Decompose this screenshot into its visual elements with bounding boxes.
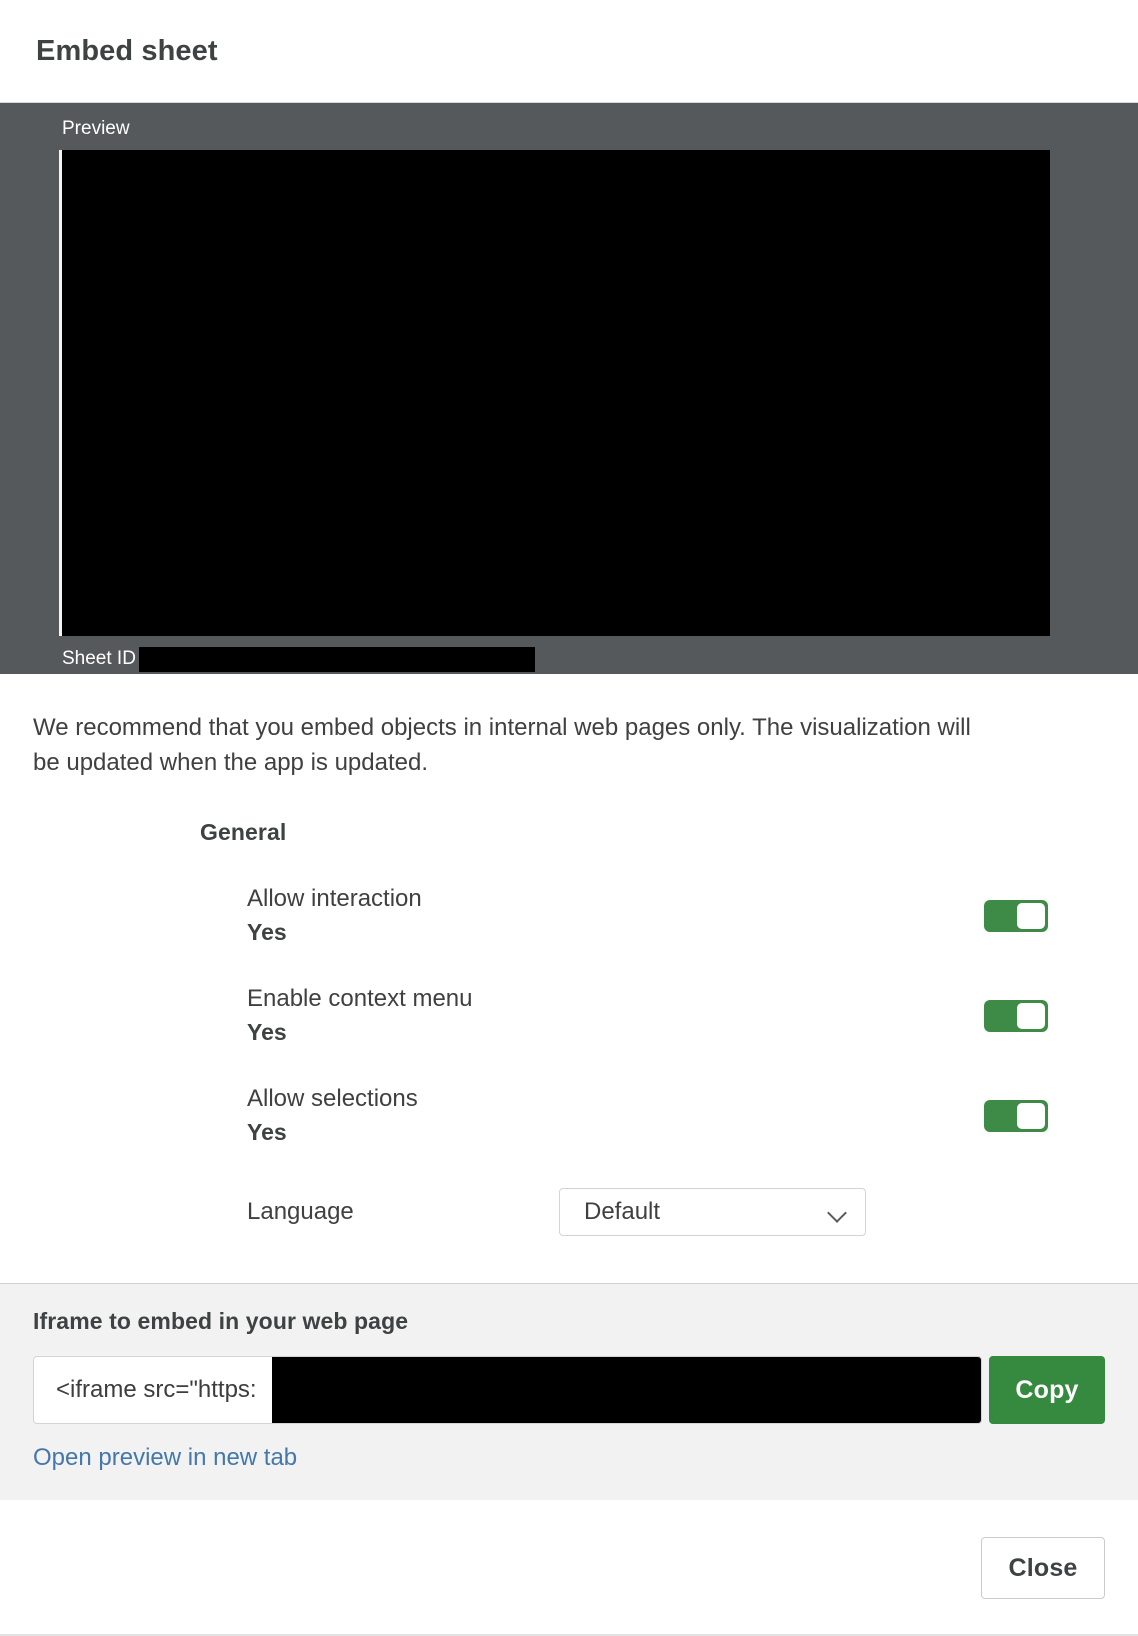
embed-sheet-dialog: Embed sheet Preview Sheet ID We recommen…	[0, 0, 1138, 1636]
setting-label: Allow selections	[247, 1085, 418, 1112]
setting-value: Yes	[247, 919, 287, 945]
setting-value: Yes	[247, 1019, 287, 1045]
setting-row-language: Language Default	[200, 1188, 1066, 1236]
sheet-id-row: Sheet ID	[0, 645, 1138, 673]
iframe-panel-heading: Iframe to embed in your web page	[33, 1308, 409, 1334]
language-label: Language	[247, 1198, 354, 1225]
toggle-allow-selections[interactable]	[984, 1100, 1048, 1132]
setting-row-allow-selections: Allow selections Yes	[200, 1082, 1066, 1148]
sheet-id-label: Sheet ID	[62, 648, 136, 669]
toggle-allow-interaction[interactable]	[984, 900, 1048, 932]
iframe-input-row: <iframe src="https: Copy	[33, 1356, 1105, 1424]
preview-stage[interactable]	[59, 150, 1050, 636]
dialog-bottom-edge	[0, 1631, 1138, 1636]
chevron-down-icon	[828, 1206, 848, 1218]
setting-texts: Allow interaction Yes	[247, 882, 422, 948]
language-selected-value: Default	[584, 1198, 661, 1225]
toggle-enable-context-menu[interactable]	[984, 1000, 1048, 1032]
toggle-knob	[1017, 903, 1045, 929]
iframe-code-redacted	[272, 1357, 981, 1423]
setting-row-allow-interaction: Allow interaction Yes	[200, 882, 1066, 948]
iframe-embed-panel: Iframe to embed in your web page <iframe…	[0, 1283, 1138, 1500]
setting-texts: Allow selections Yes	[247, 1082, 418, 1148]
setting-label: Allow interaction	[247, 885, 422, 912]
toggle-knob	[1017, 1103, 1045, 1129]
recommendation-text: We recommend that you embed objects in i…	[33, 714, 971, 776]
dialog-footer: Close	[0, 1500, 1138, 1636]
iframe-code-value: <iframe src="https:	[56, 1376, 257, 1403]
setting-texts: Enable context menu Yes	[247, 982, 472, 1048]
settings-group-title: General	[200, 819, 287, 845]
copy-button[interactable]: Copy	[989, 1356, 1105, 1424]
setting-value: Yes	[247, 1119, 287, 1145]
toggle-knob	[1017, 1003, 1045, 1029]
close-button[interactable]: Close	[981, 1537, 1105, 1599]
preview-label: Preview	[62, 118, 130, 139]
setting-label: Enable context menu	[247, 985, 473, 1012]
dialog-header: Embed sheet	[0, 0, 1138, 103]
preview-panel: Preview Sheet ID	[0, 103, 1138, 674]
sheet-id-value-redacted	[138, 646, 535, 672]
open-preview-in-new-tab-link[interactable]: Open preview in new tab	[33, 1444, 297, 1472]
dialog-body: We recommend that you embed objects in i…	[0, 674, 1138, 1283]
page-title: Embed sheet	[36, 34, 218, 67]
iframe-code-input[interactable]: <iframe src="https:	[33, 1356, 982, 1424]
language-select[interactable]: Default	[559, 1188, 866, 1236]
setting-row-enable-context-menu: Enable context menu Yes	[200, 982, 1066, 1048]
settings-block: General Allow interaction Yes Enable con…	[0, 819, 1138, 1236]
